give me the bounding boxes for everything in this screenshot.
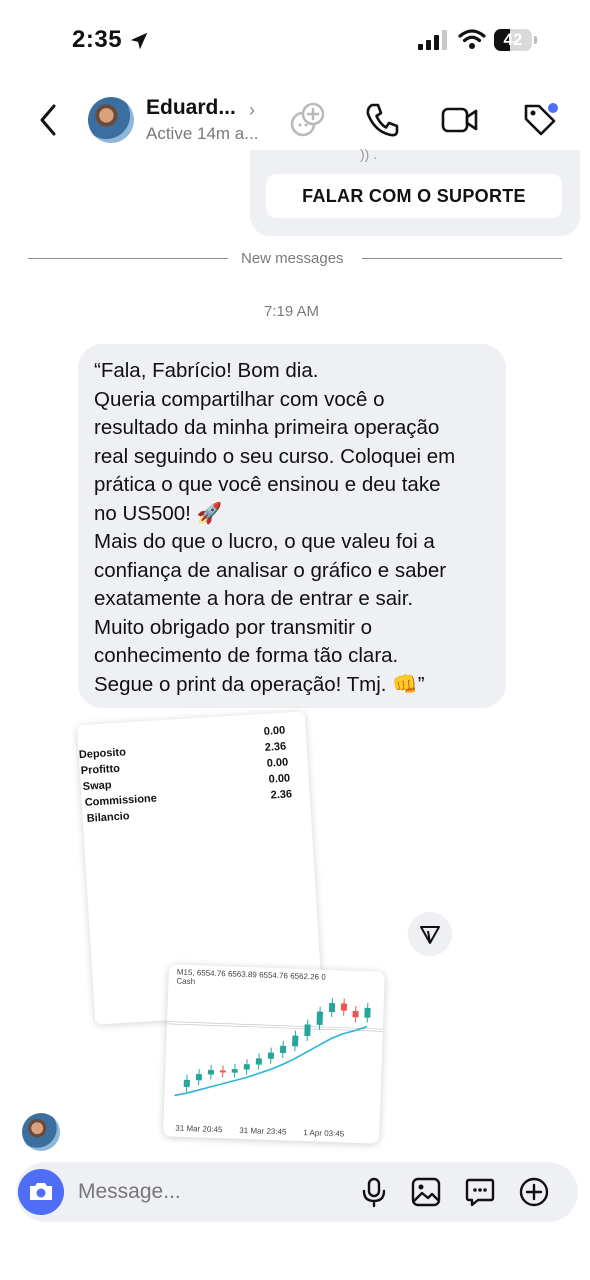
support-button[interactable]: FALAR COM O SUPORTE bbox=[266, 174, 562, 218]
new-messages-divider: New messages bbox=[241, 250, 344, 267]
microphone-icon[interactable] bbox=[358, 1176, 390, 1208]
candle-wick bbox=[210, 1065, 212, 1080]
divider-line-right bbox=[362, 258, 562, 259]
summary-value-commissione: 0.00 bbox=[268, 772, 291, 786]
chevron-right-icon[interactable]: › bbox=[249, 100, 255, 121]
message-text: “Fala, Fabrício! Bom dia. Queria compart… bbox=[94, 359, 456, 696]
contact-name[interactable]: Eduard... bbox=[146, 96, 236, 120]
battery-percent: 42 bbox=[503, 30, 523, 49]
candle-wick bbox=[282, 1040, 284, 1058]
share-icon[interactable] bbox=[408, 912, 452, 956]
summary-value-deposito: 0.00 bbox=[263, 724, 286, 738]
contact-status: Active 14m a... bbox=[146, 124, 259, 143]
summary-value-swap: 0.00 bbox=[266, 756, 289, 770]
cellular-signal-icon bbox=[418, 30, 447, 50]
candle-wick bbox=[246, 1059, 248, 1075]
candle-wick bbox=[366, 1002, 369, 1023]
summary-label-swap: Swap bbox=[82, 779, 112, 793]
location-arrow-icon bbox=[130, 32, 148, 50]
summary-label-profitto: Profitto bbox=[80, 762, 121, 778]
camera-icon[interactable] bbox=[18, 1169, 64, 1215]
summary-label-bilancio: Bilancio bbox=[86, 810, 130, 825]
x-tick-label: 31 Mar 20:45 bbox=[175, 1123, 223, 1135]
x-tick-label: 1 Apr 03:45 bbox=[303, 1128, 345, 1139]
message-timestamp: 7:19 AM bbox=[264, 303, 320, 320]
candle-wick bbox=[306, 1019, 309, 1042]
summary-value-bilancio: 2.36 bbox=[270, 788, 293, 802]
candle-wick bbox=[185, 1074, 188, 1092]
gallery-icon[interactable] bbox=[410, 1176, 442, 1208]
chart-plot bbox=[166, 998, 383, 1097]
notification-dot bbox=[548, 103, 558, 113]
back-icon[interactable] bbox=[36, 102, 60, 138]
candle-wick bbox=[343, 998, 345, 1016]
candle-wick bbox=[318, 1006, 321, 1030]
battery-indicator: 42 bbox=[494, 29, 538, 51]
price-chart-image[interactable]: M15, 6554.76 6563.89 6554.76 6562.26 0 C… bbox=[163, 964, 385, 1144]
video-call-icon[interactable] bbox=[440, 100, 480, 140]
candle-wick bbox=[258, 1053, 260, 1070]
status-time: 2:35 bbox=[72, 26, 123, 53]
summary-label-commissione: Commissione bbox=[84, 792, 158, 809]
summary-label-deposito: Deposito bbox=[78, 746, 127, 762]
sender-avatar bbox=[22, 1113, 60, 1151]
contact-avatar[interactable] bbox=[88, 97, 134, 143]
wifi-icon bbox=[458, 29, 486, 49]
candle-wick bbox=[270, 1047, 272, 1064]
reference-line bbox=[167, 1021, 383, 1030]
sticker-chat-icon[interactable] bbox=[464, 1176, 496, 1208]
summary-value-profitto: 2.36 bbox=[264, 740, 287, 754]
candle-wick bbox=[294, 1030, 297, 1052]
phone-icon[interactable] bbox=[362, 100, 402, 140]
candle-wick bbox=[354, 1006, 357, 1023]
reference-line bbox=[166, 1023, 383, 1032]
x-tick-label: 31 Mar 23:45 bbox=[239, 1125, 287, 1137]
plus-circle-icon[interactable] bbox=[518, 1176, 550, 1208]
chart-header: M15, 6554.76 6563.89 6554.76 6562.26 0 bbox=[176, 967, 326, 982]
candle-wick bbox=[331, 998, 333, 1018]
candle-wick bbox=[198, 1069, 200, 1086]
previous-message-peek: )) . bbox=[360, 146, 378, 162]
divider-line-left bbox=[28, 258, 228, 259]
group-add-icon[interactable] bbox=[288, 100, 328, 140]
message-input[interactable]: Message... bbox=[78, 1180, 181, 1204]
